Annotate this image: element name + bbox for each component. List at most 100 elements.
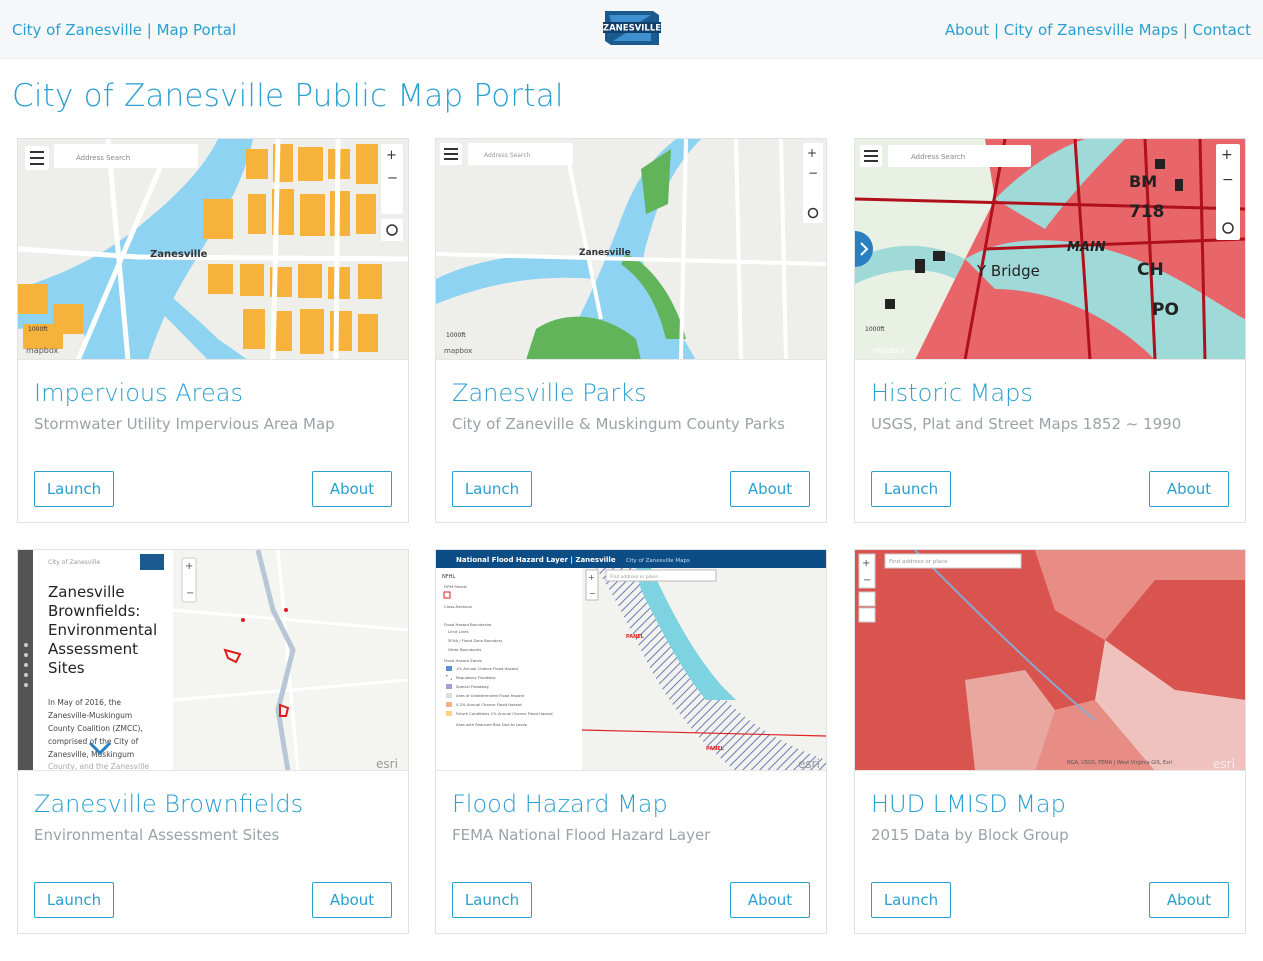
top-navbar: City of Zanesville | Map Portal ZANESVIL…	[0, 0, 1263, 59]
svg-text:PO: PO	[1152, 300, 1179, 320]
brand-link[interactable]: City of Zanesville | Map Portal	[12, 21, 236, 39]
svg-text:1% Annual Chance Flood Hazard: 1% Annual Chance Flood Hazard	[456, 666, 519, 671]
launch-button[interactable]: Launch	[452, 471, 532, 507]
svg-text:Future Conditions 1% Annual Ch: Future Conditions 1% Annual Chance Flood…	[456, 711, 553, 716]
card-subtitle: USGS, Plat and Street Maps 1852 ~ 1990	[871, 415, 1182, 433]
svg-text:mapbox: mapbox	[444, 347, 472, 355]
card-subtitle: Stormwater Utility Impervious Area Map	[34, 415, 335, 433]
svg-text:National Flood Hazard Layer |: National Flood Hazard Layer | Zanesville	[456, 556, 616, 565]
svg-text:1000ft: 1000ft	[28, 326, 48, 333]
svg-text:−: −	[589, 589, 596, 598]
launch-button[interactable]: Launch	[871, 471, 951, 507]
svg-text:+: +	[185, 561, 193, 572]
svg-text:esri: esri	[376, 757, 398, 771]
thumbnail-brownfields[interactable]: City of Zanesville Zanesville Brownfield…	[18, 550, 408, 771]
map-card-brownfields: City of Zanesville Zanesville Brownfield…	[17, 549, 409, 934]
about-button[interactable]: About	[730, 882, 810, 918]
card-subtitle: 2015 Data by Block Group	[871, 826, 1069, 844]
launch-button[interactable]: Launch	[452, 882, 532, 918]
svg-text:PANEL: PANEL	[626, 634, 645, 640]
svg-text:0.2% Annual Chance Flood Hazar: 0.2% Annual Chance Flood Hazard	[456, 702, 522, 707]
nav-about-link[interactable]: About	[945, 21, 989, 39]
svg-text:City of Zanesville: City of Zanesville	[48, 559, 100, 566]
card-title[interactable]: Zanesville Parks	[452, 379, 647, 407]
svg-text:−: −	[863, 575, 871, 586]
thumbnail-historic[interactable]: BM 718 MAIN CH PO Y Bridge Address Searc…	[855, 139, 1245, 360]
map-search-text: Address Search	[76, 154, 130, 162]
nav-maps-link[interactable]: City of Zanesville Maps	[1004, 21, 1178, 39]
svg-text:Address Search: Address Search	[911, 153, 965, 161]
svg-text:Y Bridge: Y Bridge	[976, 262, 1040, 280]
svg-text:City of Zanesville Maps: City of Zanesville Maps	[626, 558, 690, 564]
map-card-flood: National Flood Hazard Layer | Zanesville…	[435, 549, 827, 934]
svg-text:−: −	[1222, 172, 1234, 188]
nav-separator: |	[1178, 21, 1193, 39]
svg-text:+: +	[588, 573, 595, 582]
card-subtitle: City of Zaneville & Muskingum County Par…	[452, 415, 785, 433]
thumbnail-parks[interactable]: Address Search + − Zanesville 1000ft map…	[436, 139, 826, 360]
svg-text:Environmental: Environmental	[48, 621, 157, 639]
card-title[interactable]: Impervious Areas	[34, 379, 243, 407]
svg-text:+: +	[862, 558, 870, 569]
svg-text:mapbox: mapbox	[873, 346, 906, 355]
svg-text:NGA, USGS, FEMA | West Virgini: NGA, USGS, FEMA | West Virginia GIS, Esr…	[1067, 760, 1172, 766]
svg-text:Find address or place: Find address or place	[610, 574, 658, 580]
svg-text:+: +	[807, 146, 817, 160]
nav-contact-link[interactable]: Contact	[1193, 21, 1251, 39]
svg-text:FIRM Panels: FIRM Panels	[444, 584, 467, 589]
about-button[interactable]: About	[312, 882, 392, 918]
svg-text:Brownfields:: Brownfields:	[48, 602, 140, 620]
svg-text:esri: esri	[1213, 757, 1235, 771]
svg-text:Cross-Sections: Cross-Sections	[444, 604, 472, 609]
svg-text:+: +	[386, 148, 397, 163]
svg-text:Zanesville: Zanesville	[48, 583, 125, 601]
card-subtitle: FEMA National Flood Hazard Layer	[452, 826, 711, 844]
launch-button[interactable]: Launch	[871, 882, 951, 918]
svg-text:Find address or place: Find address or place	[889, 559, 948, 565]
map-card-historic: BM 718 MAIN CH PO Y Bridge Address Searc…	[854, 138, 1246, 523]
svg-text:1000ft: 1000ft	[446, 332, 466, 339]
svg-text:esri: esri	[798, 757, 820, 771]
logo-text: ZANESVILLE	[603, 24, 661, 34]
thumbnail-hud[interactable]: Find address or place + − NGA, USGS, FEM…	[855, 550, 1245, 771]
thumbnail-impervious[interactable]: Address Search + − Zanesville 1000ft map…	[18, 139, 408, 360]
card-title[interactable]: Historic Maps	[871, 379, 1033, 407]
nav-separator: |	[989, 21, 1004, 39]
svg-text:−: −	[387, 171, 398, 186]
svg-text:Other Boundaries: Other Boundaries	[448, 647, 481, 652]
launch-button[interactable]: Launch	[34, 882, 114, 918]
card-title[interactable]: Flood Hazard Map	[452, 790, 668, 818]
card-title[interactable]: Zanesville Brownfields	[34, 790, 303, 818]
svg-text:Limit Lines: Limit Lines	[448, 629, 469, 634]
svg-text:718: 718	[1129, 202, 1165, 222]
map-card-hud: Find address or place + − NGA, USGS, FEM…	[854, 549, 1246, 934]
svg-text:Special Floodway: Special Floodway	[456, 684, 490, 689]
svg-text:County Coalition (ZMCC),: County Coalition (ZMCC),	[48, 724, 143, 733]
svg-text:BM: BM	[1129, 172, 1157, 191]
svg-text:PANEL: PANEL	[706, 746, 725, 752]
thumbnail-flood[interactable]: National Flood Hazard Layer | Zanesville…	[436, 550, 826, 771]
svg-text:1000ft: 1000ft	[865, 326, 885, 333]
svg-text:CH: CH	[1137, 260, 1164, 280]
svg-text:Zanesville-Muskingum: Zanesville-Muskingum	[48, 711, 132, 720]
about-button[interactable]: About	[730, 471, 810, 507]
svg-text:Flood Hazard Boundaries: Flood Hazard Boundaries	[444, 622, 492, 627]
svg-text:−: −	[186, 588, 194, 599]
about-button[interactable]: About	[1149, 882, 1229, 918]
card-title[interactable]: HUD LMISD Map	[871, 790, 1066, 818]
nav-links: About | City of Zanesville Maps | Contac…	[945, 21, 1251, 39]
card-subtitle: Environmental Assessment Sites	[34, 826, 280, 844]
about-button[interactable]: About	[312, 471, 392, 507]
svg-text:Sites: Sites	[48, 659, 85, 677]
svg-text:SFHA / Flood Zone Boundary: SFHA / Flood Zone Boundary	[448, 638, 503, 643]
svg-text:Zanesville: Zanesville	[579, 248, 631, 258]
zanesville-logo[interactable]: ZANESVILLE	[601, 5, 663, 51]
svg-text:Flood Hazard Zones: Flood Hazard Zones	[444, 658, 482, 663]
about-button[interactable]: About	[1149, 471, 1229, 507]
svg-text:NFHL: NFHL	[442, 574, 455, 580]
svg-text:+: +	[1221, 147, 1233, 163]
svg-text:−: −	[808, 166, 818, 180]
launch-button[interactable]: Launch	[34, 471, 114, 507]
svg-text:Address Search: Address Search	[484, 152, 531, 159]
map-card-impervious: Address Search + − Zanesville 1000ft map…	[17, 138, 409, 523]
